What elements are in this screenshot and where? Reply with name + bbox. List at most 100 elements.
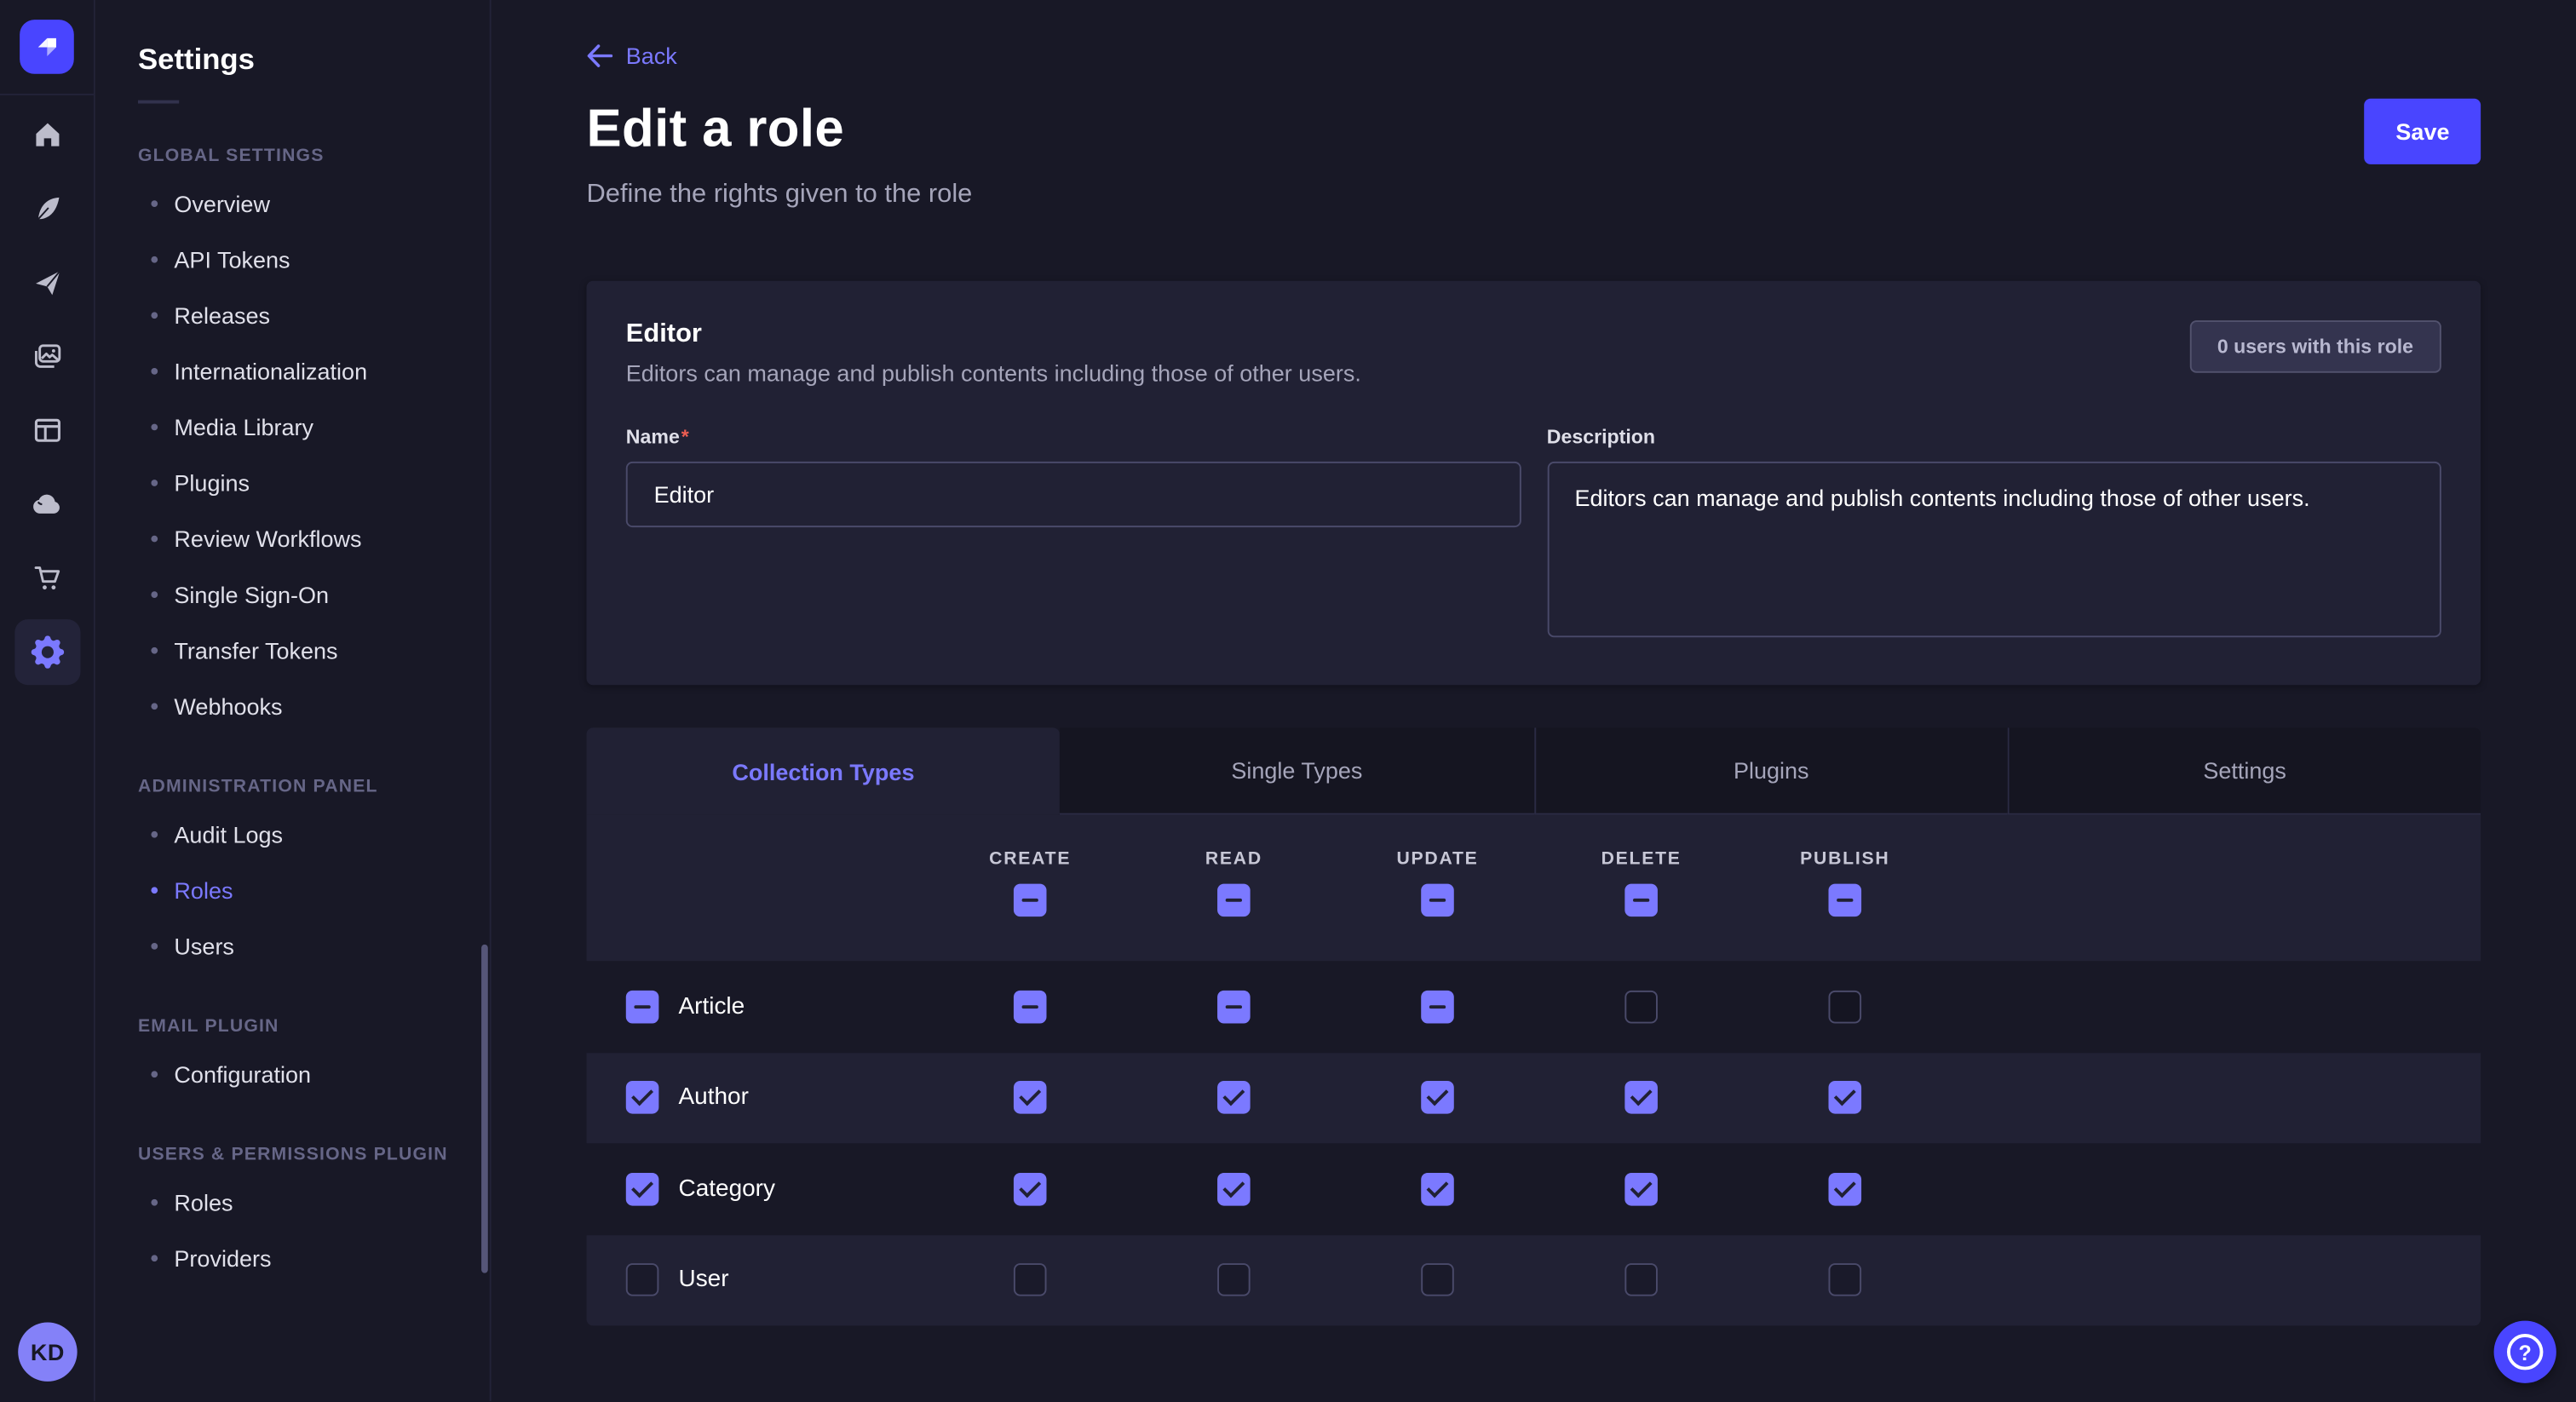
feather-icon[interactable]: [0, 171, 94, 245]
checkbox-checked[interactable]: [1828, 1173, 1861, 1206]
save-button[interactable]: Save: [2365, 99, 2481, 164]
main-content: Back Edit a role Save Define the rights …: [492, 0, 2576, 1401]
media-library-icon[interactable]: [0, 319, 94, 393]
checkbox-checked[interactable]: [1624, 1173, 1658, 1206]
checkbox-unchecked[interactable]: [1624, 1264, 1658, 1297]
nav-item-label: Roles: [174, 1189, 233, 1215]
home-icon[interactable]: [0, 97, 94, 171]
gear-icon[interactable]: [0, 614, 94, 688]
bullet-icon: [151, 256, 158, 263]
back-link[interactable]: Back: [586, 43, 676, 69]
subnav-scrollbar-thumb[interactable]: [481, 945, 488, 1273]
subnav-divider: [138, 101, 179, 104]
checkbox-unchecked[interactable]: [1217, 1264, 1251, 1297]
bullet-icon: [151, 1199, 158, 1206]
cloud-icon[interactable]: [0, 467, 94, 541]
checkbox-checked[interactable]: [1828, 1081, 1861, 1114]
role-card-description: Editors can manage and publish contents …: [626, 359, 1361, 386]
settings-nav-item-audit-logs[interactable]: Audit Logs: [95, 807, 490, 863]
checkbox-checked[interactable]: [1014, 1081, 1047, 1114]
name-input[interactable]: [626, 462, 1521, 527]
settings-nav-item-review-workflows[interactable]: Review Workflows: [95, 511, 490, 567]
checkbox-indeterminate[interactable]: [1421, 884, 1454, 917]
cart-icon[interactable]: [0, 540, 94, 614]
settings-nav-item-transfer-tokens[interactable]: Transfer Tokens: [95, 623, 490, 679]
column-header-read: READ: [1132, 849, 1336, 869]
article-delete-cell: [1539, 990, 1743, 1023]
settings-nav-item-roles[interactable]: Roles: [95, 1175, 490, 1231]
checkbox-unchecked[interactable]: [1624, 990, 1658, 1023]
nav-section-label: USERS & PERMISSIONS PLUGIN: [95, 1145, 490, 1164]
column-header-create: CREATE: [929, 849, 1132, 869]
description-textarea[interactable]: Editors can manage and publish contents …: [1547, 462, 2441, 637]
tab-settings[interactable]: Settings: [2007, 727, 2481, 814]
row-label: User: [678, 1267, 728, 1293]
nav-item-label: Providers: [174, 1245, 271, 1272]
settings-nav-item-api-tokens[interactable]: API Tokens: [95, 232, 490, 288]
checkbox-checked[interactable]: [626, 1173, 659, 1206]
user-create-cell: [929, 1264, 1132, 1297]
row-label: Author: [678, 1084, 748, 1111]
back-label: Back: [626, 43, 677, 69]
permissions-header-checkboxes: [586, 884, 2481, 917]
category-create-cell: [929, 1173, 1132, 1206]
question-mark-icon: ?: [2507, 1334, 2543, 1370]
settings-nav-item-configuration[interactable]: Configuration: [95, 1046, 490, 1102]
bullet-icon: [151, 703, 158, 710]
checkbox-checked[interactable]: [1421, 1081, 1454, 1114]
settings-nav-item-overview[interactable]: Overview: [95, 175, 490, 232]
settings-nav-item-plugins[interactable]: Plugins: [95, 455, 490, 511]
checkbox-checked[interactable]: [1217, 1081, 1251, 1114]
user-publish-cell: [1743, 1264, 1946, 1297]
category-update-cell: [1336, 1173, 1539, 1206]
checkbox-unchecked[interactable]: [626, 1264, 659, 1297]
checkbox-indeterminate[interactable]: [1624, 884, 1658, 917]
permissions-header: CREATEREADUPDATEDELETEPUBLISH: [586, 815, 2481, 962]
checkbox-indeterminate[interactable]: [1217, 884, 1251, 917]
bullet-icon: [151, 1071, 158, 1077]
checkbox-unchecked[interactable]: [1828, 990, 1861, 1023]
checkbox-checked[interactable]: [1217, 1173, 1251, 1206]
bullet-icon: [151, 480, 158, 486]
author-update-cell: [1336, 1081, 1539, 1114]
checkbox-indeterminate[interactable]: [1217, 990, 1251, 1023]
article-update-cell: [1336, 990, 1539, 1023]
checkbox-checked[interactable]: [1624, 1081, 1658, 1114]
checkbox-indeterminate[interactable]: [1014, 884, 1047, 917]
settings-nav-item-webhooks[interactable]: Webhooks: [95, 678, 490, 734]
permissions-rows: ArticleAuthorCategoryUser: [586, 961, 2481, 1325]
checkbox-indeterminate[interactable]: [1014, 990, 1047, 1023]
avatar[interactable]: KD: [18, 1322, 77, 1381]
nav-section: ADMINISTRATION PANEL Audit Logs Roles Us…: [95, 777, 490, 974]
layout-icon[interactable]: [0, 393, 94, 467]
paper-plane-icon[interactable]: [0, 244, 94, 319]
checkbox-checked[interactable]: [626, 1081, 659, 1114]
users-with-role-badge: 0 users with this role: [2189, 320, 2441, 373]
checkbox-unchecked[interactable]: [1014, 1264, 1047, 1297]
checkbox-checked[interactable]: [1014, 1173, 1047, 1206]
settings-nav-item-users[interactable]: Users: [95, 918, 490, 974]
settings-nav-item-single-sign-on[interactable]: Single Sign-On: [95, 566, 490, 623]
row-label: Category: [678, 1175, 774, 1202]
checkbox-unchecked[interactable]: [1828, 1264, 1861, 1297]
help-button[interactable]: ?: [2494, 1321, 2556, 1383]
settings-nav-item-providers[interactable]: Providers: [95, 1230, 490, 1286]
settings-nav-item-internationalization[interactable]: Internationalization: [95, 343, 490, 399]
settings-nav-item-releases[interactable]: Releases: [95, 287, 490, 343]
checkbox-indeterminate[interactable]: [626, 990, 659, 1023]
nav-section-label: EMAIL PLUGIN: [95, 1017, 490, 1037]
settings-nav-item-media-library[interactable]: Media Library: [95, 399, 490, 456]
required-mark: *: [681, 425, 689, 448]
checkbox-indeterminate[interactable]: [1421, 990, 1454, 1023]
checkbox-unchecked[interactable]: [1421, 1264, 1454, 1297]
strapi-logo[interactable]: [20, 20, 74, 74]
checkbox-indeterminate[interactable]: [1828, 884, 1861, 917]
name-label: Name*: [626, 425, 1521, 448]
settings-nav-item-roles[interactable]: Roles: [95, 862, 490, 918]
page-subtitle: Define the rights given to the role: [586, 181, 2481, 210]
tab-collection-types[interactable]: Collection Types: [586, 727, 1060, 814]
settings-nav-sections: GLOBAL SETTINGS Overview API Tokens Rele…: [95, 147, 490, 1286]
tab-single-types[interactable]: Single Types: [1060, 727, 1533, 814]
tab-plugins[interactable]: Plugins: [1533, 727, 2007, 814]
checkbox-checked[interactable]: [1421, 1173, 1454, 1206]
